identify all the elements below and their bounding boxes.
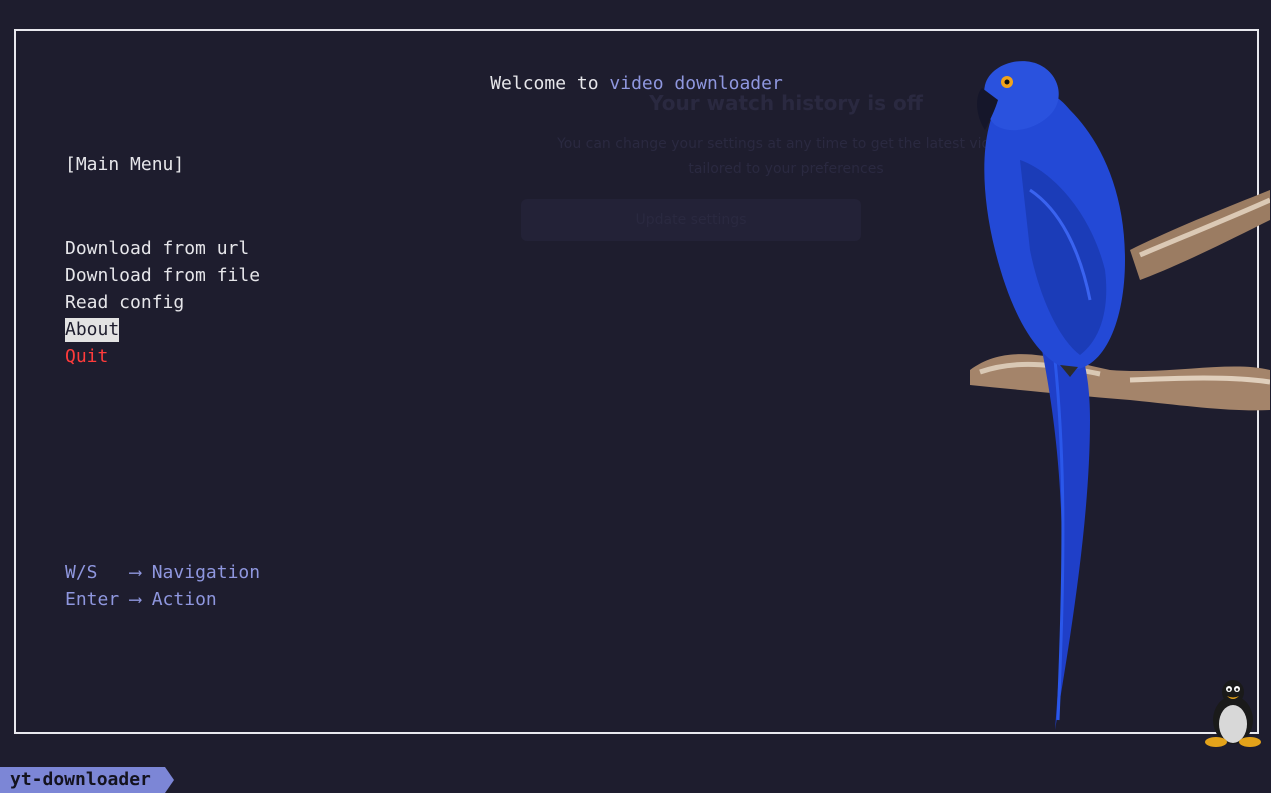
arrow-icon: ⟶ (130, 589, 141, 610)
keybinding-help: W/S ⟶ Navigation Enter ⟶ Action (65, 559, 260, 613)
menu-item-about[interactable]: About (65, 316, 260, 343)
parrot-image (970, 61, 1270, 730)
menu-title: [Main Menu] (65, 154, 185, 175)
overlay-title: Your watch history is off (649, 91, 923, 115)
overlay-line2: tailored to your preferences (688, 161, 884, 177)
tux-penguin-icon (1205, 680, 1261, 747)
help-description: Action (151, 589, 217, 610)
help-key: W/S (65, 562, 98, 583)
menu-item-label: Read config (65, 292, 185, 313)
status-bar: yt-downloader (0, 767, 174, 793)
session-name-label: yt-downloader (0, 767, 174, 793)
arrow-icon: ⟶ (130, 562, 141, 583)
help-key: Enter (65, 589, 120, 610)
overlay-button: Update settings (521, 199, 861, 241)
menu-item-download-file[interactable]: Download from file (65, 262, 260, 289)
menu-item-download-url[interactable]: Download from url (65, 235, 260, 262)
menu-item-label: Download from url (65, 238, 250, 259)
app-name: video downloader (609, 73, 783, 94)
menu-item-label-selected: About (65, 318, 120, 342)
help-action: Enter ⟶ Action (65, 586, 260, 613)
menu-item-quit[interactable]: Quit (65, 343, 260, 370)
menu-item-label: Download from file (65, 265, 261, 286)
welcome-prefix: Welcome to (490, 73, 610, 94)
help-description: Navigation (151, 562, 261, 583)
main-menu: Download from url Download from file Rea… (65, 235, 260, 370)
menu-item-label: Quit (65, 346, 109, 367)
menu-item-read-config[interactable]: Read config (65, 289, 260, 316)
help-navigation: W/S ⟶ Navigation (65, 559, 260, 586)
